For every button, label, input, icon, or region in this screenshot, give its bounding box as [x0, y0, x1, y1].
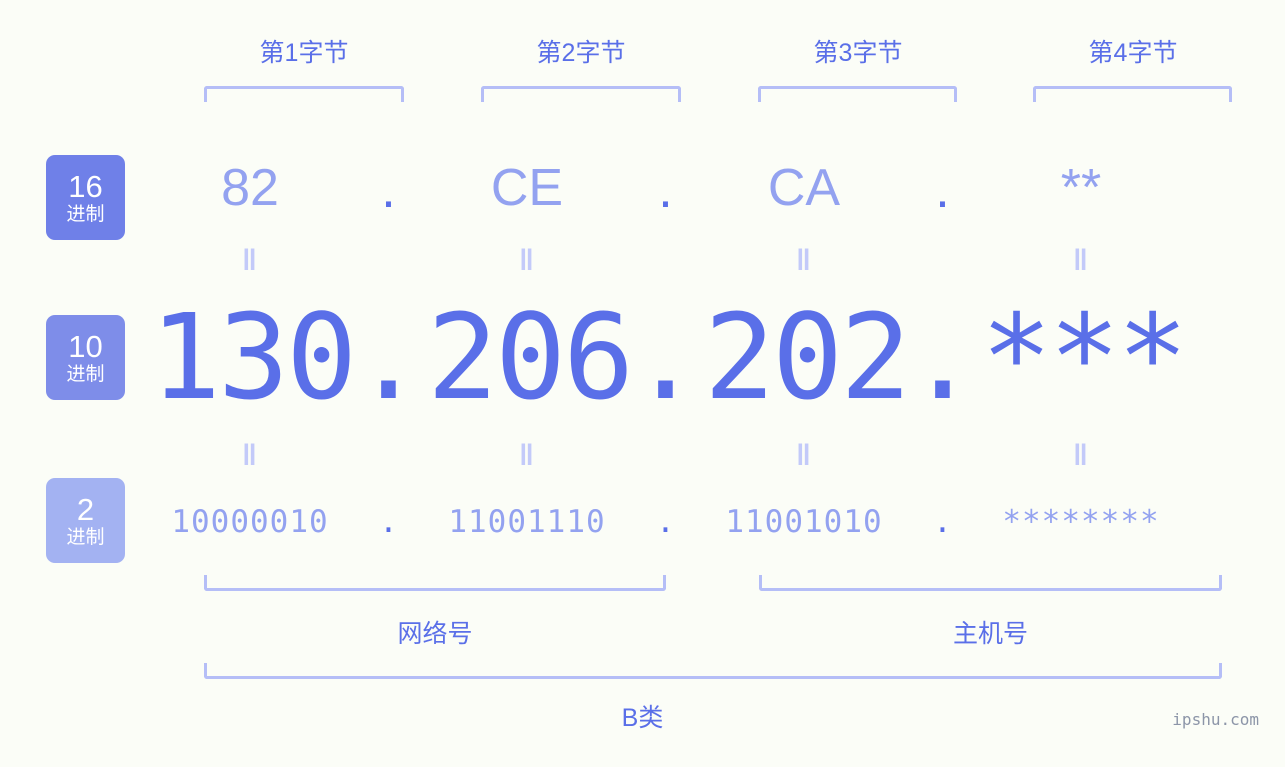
host-id-bracket: [759, 575, 1222, 591]
binary-octet-1: 10000010: [171, 504, 329, 540]
ip-address-breakdown-diagram: 第1字节 第2字节 第3字节 第4字节 16 进制 10 进制 2 进制 82 …: [0, 0, 1285, 767]
binary-separator-3: .: [933, 504, 952, 540]
binary-separator-2: .: [656, 504, 675, 540]
byte-header-4: 第4字节: [1088, 39, 1178, 67]
equivalence-marks-hex-to-decimal: ‖ ‖ ‖ ‖: [150, 243, 1285, 279]
decimal-octet-4: ***: [981, 288, 1188, 426]
network-id-label: 网络号: [397, 620, 473, 648]
base-badge-binary-unit: 进制: [66, 526, 105, 548]
equals-mark-3: ‖: [796, 244, 812, 277]
decimal-octet-3: 202: [704, 288, 911, 426]
equals-mark-8: ‖: [1073, 439, 1089, 472]
hex-octet-2: CE: [490, 159, 564, 217]
binary-separator-1: .: [379, 504, 398, 540]
byte-header-3: 第3字节: [813, 39, 903, 67]
binary-octet-3: 11001010: [725, 504, 883, 540]
network-id-bracket: [204, 575, 666, 591]
base-badge-hexadecimal-number: 16: [68, 168, 103, 204]
base-badge-binary: 2 进制: [46, 478, 125, 563]
decimal-octet-2: 206: [427, 288, 634, 426]
byte-bracket-3: [758, 86, 957, 102]
decimal-separator-1: .: [352, 288, 425, 426]
decimal-separator-3: .: [906, 288, 979, 426]
hex-octet-3: CA: [767, 159, 841, 217]
ip-class-bracket: [204, 663, 1222, 679]
base-badge-decimal: 10 进制: [46, 315, 125, 400]
base-badge-hexadecimal-unit: 进制: [66, 203, 105, 225]
hex-separator-3: .: [935, 161, 950, 219]
equals-mark-7: ‖: [796, 439, 812, 472]
equivalence-marks-decimal-to-binary: ‖ ‖ ‖ ‖: [150, 438, 1285, 474]
ip-class-label: B类: [621, 704, 664, 732]
byte-header-1: 第1字节: [259, 39, 349, 67]
hex-octet-1: 82: [221, 159, 279, 217]
equals-mark-2: ‖: [519, 244, 535, 277]
decimal-row: 130 . 206 . 202 . ***: [150, 292, 1285, 422]
host-id-label: 主机号: [952, 620, 1028, 648]
decimal-octet-1: 130: [150, 288, 357, 426]
decimal-separator-2: .: [629, 288, 702, 426]
base-badge-hexadecimal: 16 进制: [46, 155, 125, 240]
byte-bracket-1: [204, 86, 404, 102]
equals-mark-6: ‖: [519, 439, 535, 472]
binary-octet-2: 11001110: [448, 504, 606, 540]
hexadecimal-row: 82 . CE . CA . **: [150, 148, 1285, 228]
base-badge-binary-number: 2: [76, 491, 95, 527]
byte-bracket-2: [481, 86, 681, 102]
base-badge-decimal-unit: 进制: [66, 363, 105, 385]
site-watermark: ipshu.com: [1172, 710, 1259, 729]
base-badge-decimal-number: 10: [68, 328, 103, 364]
equals-mark-5: ‖: [242, 439, 258, 472]
byte-bracket-4: [1033, 86, 1232, 102]
equals-mark-4: ‖: [1073, 244, 1089, 277]
equals-mark-1: ‖: [242, 244, 258, 277]
hex-octet-4: **: [1060, 159, 1102, 217]
byte-header-2: 第2字节: [536, 39, 626, 67]
binary-row: 10000010 . 11001110 . 11001010 . *******…: [150, 492, 1285, 552]
binary-octet-4: ********: [1002, 504, 1160, 540]
hex-separator-2: .: [658, 161, 673, 219]
hex-separator-1: .: [381, 161, 396, 219]
